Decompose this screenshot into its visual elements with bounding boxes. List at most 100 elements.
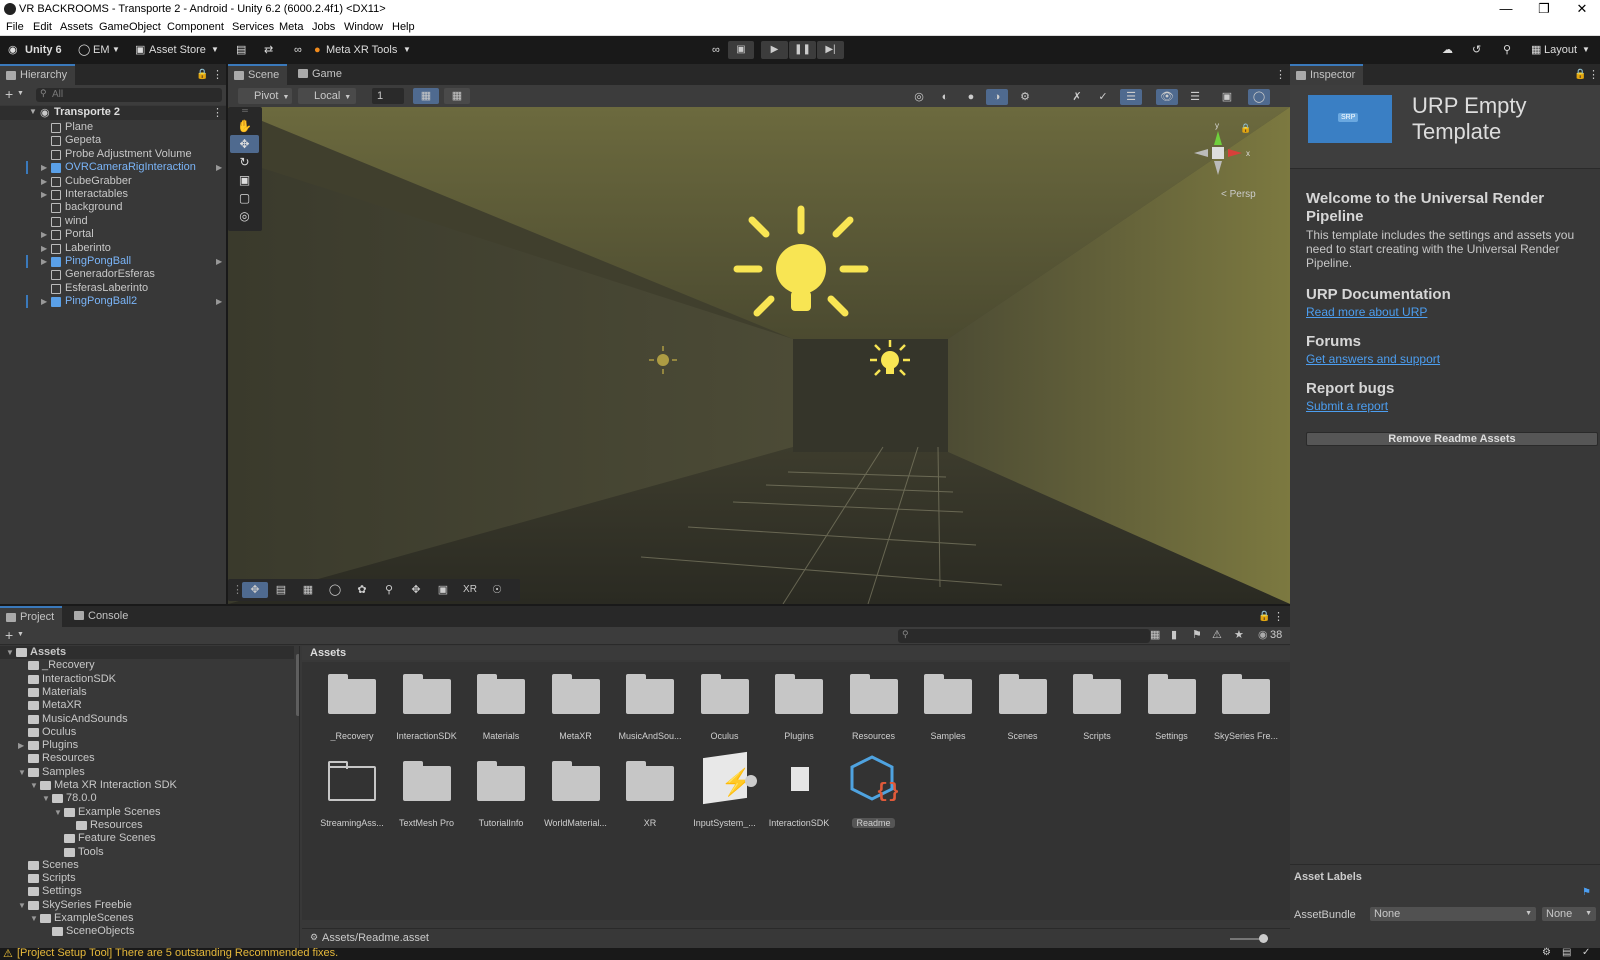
menu-jobs[interactable]: Jobs — [312, 21, 335, 33]
menu-assets[interactable]: Assets — [60, 21, 93, 33]
expand-arrow-icon[interactable]: ▶ — [18, 739, 24, 752]
asset-item[interactable]: TutorialInfo — [465, 761, 537, 828]
bugs-link[interactable]: Submit a report — [1306, 399, 1596, 413]
maximize-icon[interactable]: ❐ — [1526, 0, 1562, 19]
expand-arrow-icon[interactable]: ▶ — [41, 228, 47, 241]
layout-dropdown[interactable]: Layout — [1544, 41, 1577, 59]
tab-project[interactable]: Project — [0, 606, 63, 627]
hierarchy-item[interactable]: ▶ PingPongBall2 ▶ — [0, 295, 224, 309]
project-tree-item[interactable]: ▼ SkySeries Freebie — [0, 899, 294, 912]
step-button[interactable]: ▶| — [817, 41, 844, 59]
hierarchy-item[interactable]: ▶ Portal — [0, 228, 224, 241]
asset-item[interactable]: Scripts — [1061, 674, 1133, 741]
asset-item[interactable]: _Recovery — [316, 674, 388, 741]
tab-hierarchy[interactable]: Hierarchy — [0, 64, 76, 85]
menu-component[interactable]: Component — [167, 21, 224, 33]
audio-toggle-icon[interactable]: ✗ — [1066, 89, 1088, 105]
scale-tool-icon[interactable]: ▣ — [230, 171, 259, 189]
project-tree-item[interactable]: Materials — [0, 686, 294, 699]
cloud-icon[interactable]: ☁ — [1442, 41, 1453, 59]
project-tree-item[interactable]: Scripts — [0, 872, 294, 885]
tab-console[interactable]: Console — [68, 606, 136, 627]
asset-item[interactable]: XR — [614, 761, 686, 828]
drag-handle[interactable]: ═ — [228, 107, 262, 115]
asset-item[interactable]: Plugins — [763, 674, 835, 741]
more-icon[interactable]: ⋮ — [1588, 68, 1599, 81]
bug-report-icon[interactable]: ⚙ — [1542, 947, 1551, 958]
create-filter-icon[interactable]: ▦ — [1150, 628, 1160, 641]
probe-icon[interactable]: ✿ — [351, 582, 373, 598]
menu-help[interactable]: Help — [392, 21, 415, 33]
project-tree-item[interactable]: Tools — [0, 846, 294, 859]
shaded-icon[interactable]: ● — [960, 89, 982, 105]
hierarchy-item[interactable]: EsferasLaberinto — [0, 282, 224, 295]
menu-window[interactable]: Window — [344, 21, 383, 33]
align-icon[interactable]: ▤ — [270, 582, 292, 598]
project-tree-item[interactable]: MusicAndSounds — [0, 713, 294, 726]
hierarchy-item[interactable]: Plane — [0, 121, 224, 134]
hand-tool-icon[interactable]: ✋ — [230, 117, 259, 135]
grid-size-input[interactable]: 1 — [372, 88, 404, 104]
camera-icon[interactable]: ▣ — [1216, 89, 1238, 105]
project-tree-item[interactable]: ▼ 78.0.0 — [0, 792, 294, 805]
version-control-icon[interactable]: ⇄ — [264, 41, 273, 59]
expand-arrow-icon[interactable]: ▶ — [41, 295, 47, 308]
asset-item[interactable]: MetaXR — [540, 674, 612, 741]
expand-arrow-icon[interactable]: ▼ — [30, 779, 38, 792]
project-tree-item[interactable]: ▼ Assets — [0, 646, 294, 659]
expand-arrow-icon[interactable]: ▶ — [41, 161, 47, 174]
bundle-variant-dropdown[interactable]: None ▼ — [1542, 907, 1596, 921]
zoom-icon[interactable]: ⚲ — [378, 582, 400, 598]
move-icon[interactable]: ✥ — [405, 582, 427, 598]
asset-bundle-dropdown[interactable]: None ▼ — [1370, 907, 1536, 921]
expand-arrow-icon[interactable]: ▼ — [6, 646, 14, 659]
render-mode-icon[interactable]: ◑ — [986, 89, 1008, 105]
asset-item[interactable]: MusicAndSou... — [614, 674, 686, 741]
project-tree-item[interactable]: ▼ Example Scenes — [0, 806, 294, 819]
asset-item[interactable]: TextMesh Pro — [391, 761, 463, 828]
orbit-icon[interactable]: ◯ — [324, 582, 346, 598]
increment-snap-icon[interactable]: ▦ — [444, 88, 470, 104]
stack-icon[interactable]: ☰ — [1184, 89, 1206, 105]
local-dropdown[interactable]: Local ▼ — [298, 88, 356, 104]
more-icon[interactable]: ⋮ — [1273, 610, 1284, 623]
asset-item[interactable]: Scenes — [987, 674, 1059, 741]
expand-arrow-icon[interactable]: ▶ — [41, 255, 47, 268]
xr-button[interactable]: XR — [459, 582, 481, 598]
expand-arrow-icon[interactable]: ▼ — [18, 899, 26, 912]
hierarchy-item[interactable]: background — [0, 201, 224, 214]
history-icon[interactable]: ↺ — [1472, 41, 1481, 59]
pause-button[interactable]: ❚❚ — [789, 41, 816, 59]
effects-icon[interactable]: ✓ — [1092, 89, 1114, 105]
asset-item[interactable]: Oculus — [689, 674, 761, 741]
project-tree-item[interactable]: Settings — [0, 885, 294, 898]
hierarchy-item[interactable]: wind — [0, 215, 224, 228]
meta-xr-tools-button[interactable]: Meta XR Tools — [326, 41, 397, 59]
grid-snap-icon[interactable]: ▦ — [413, 88, 439, 104]
project-tree-item[interactable]: ▶ Plugins — [0, 739, 294, 752]
add-icon[interactable]: + — [5, 86, 13, 102]
rect-tool-icon[interactable]: ▢ — [230, 189, 259, 207]
project-tree-item[interactable]: SceneObjects — [0, 925, 294, 938]
hierarchy-item[interactable]: ▶ Laberinto — [0, 242, 224, 255]
minimize-icon[interactable]: — — [1488, 0, 1524, 19]
hierarchy-item[interactable]: ▶ OVRCameraRigInteraction ▶ — [0, 161, 224, 175]
scene-viewport[interactable]: x y 🔒 < Persp ═ ✋ ✥ ↻ ▣ ▢ ◎ ⋮ ✥ ▤ ▦ ◯ ✿ … — [228, 107, 1290, 604]
lock-icon[interactable]: 🔒 — [1258, 611, 1270, 622]
tab-game[interactable]: Game — [292, 64, 350, 85]
open-prefab-icon[interactable]: ▶ — [216, 161, 222, 174]
more-icon[interactable]: ⋮ — [212, 106, 223, 119]
move-tool-icon[interactable]: ✥ — [230, 135, 259, 153]
gizmos-icon[interactable]: ◯ — [1248, 89, 1270, 105]
project-tree-item[interactable]: MetaXR — [0, 699, 294, 712]
hierarchy-item[interactable]: Gepeta — [0, 134, 224, 147]
hierarchy-item[interactable]: GeneradorEsferas — [0, 268, 224, 281]
meta-link-icon[interactable]: ∞ — [712, 41, 720, 59]
project-tree-item[interactable]: Feature Scenes — [0, 832, 294, 845]
play-button[interactable]: ▶ — [761, 41, 788, 59]
hierarchy-item[interactable]: ▶ CubeGrabber — [0, 175, 224, 188]
project-tree-item[interactable]: InteractionSDK — [0, 673, 294, 686]
grid-icon[interactable]: ▦ — [297, 582, 319, 598]
hierarchy-search-input[interactable]: ⚲ All — [36, 88, 222, 102]
open-prefab-icon[interactable]: ▶ — [216, 295, 222, 308]
